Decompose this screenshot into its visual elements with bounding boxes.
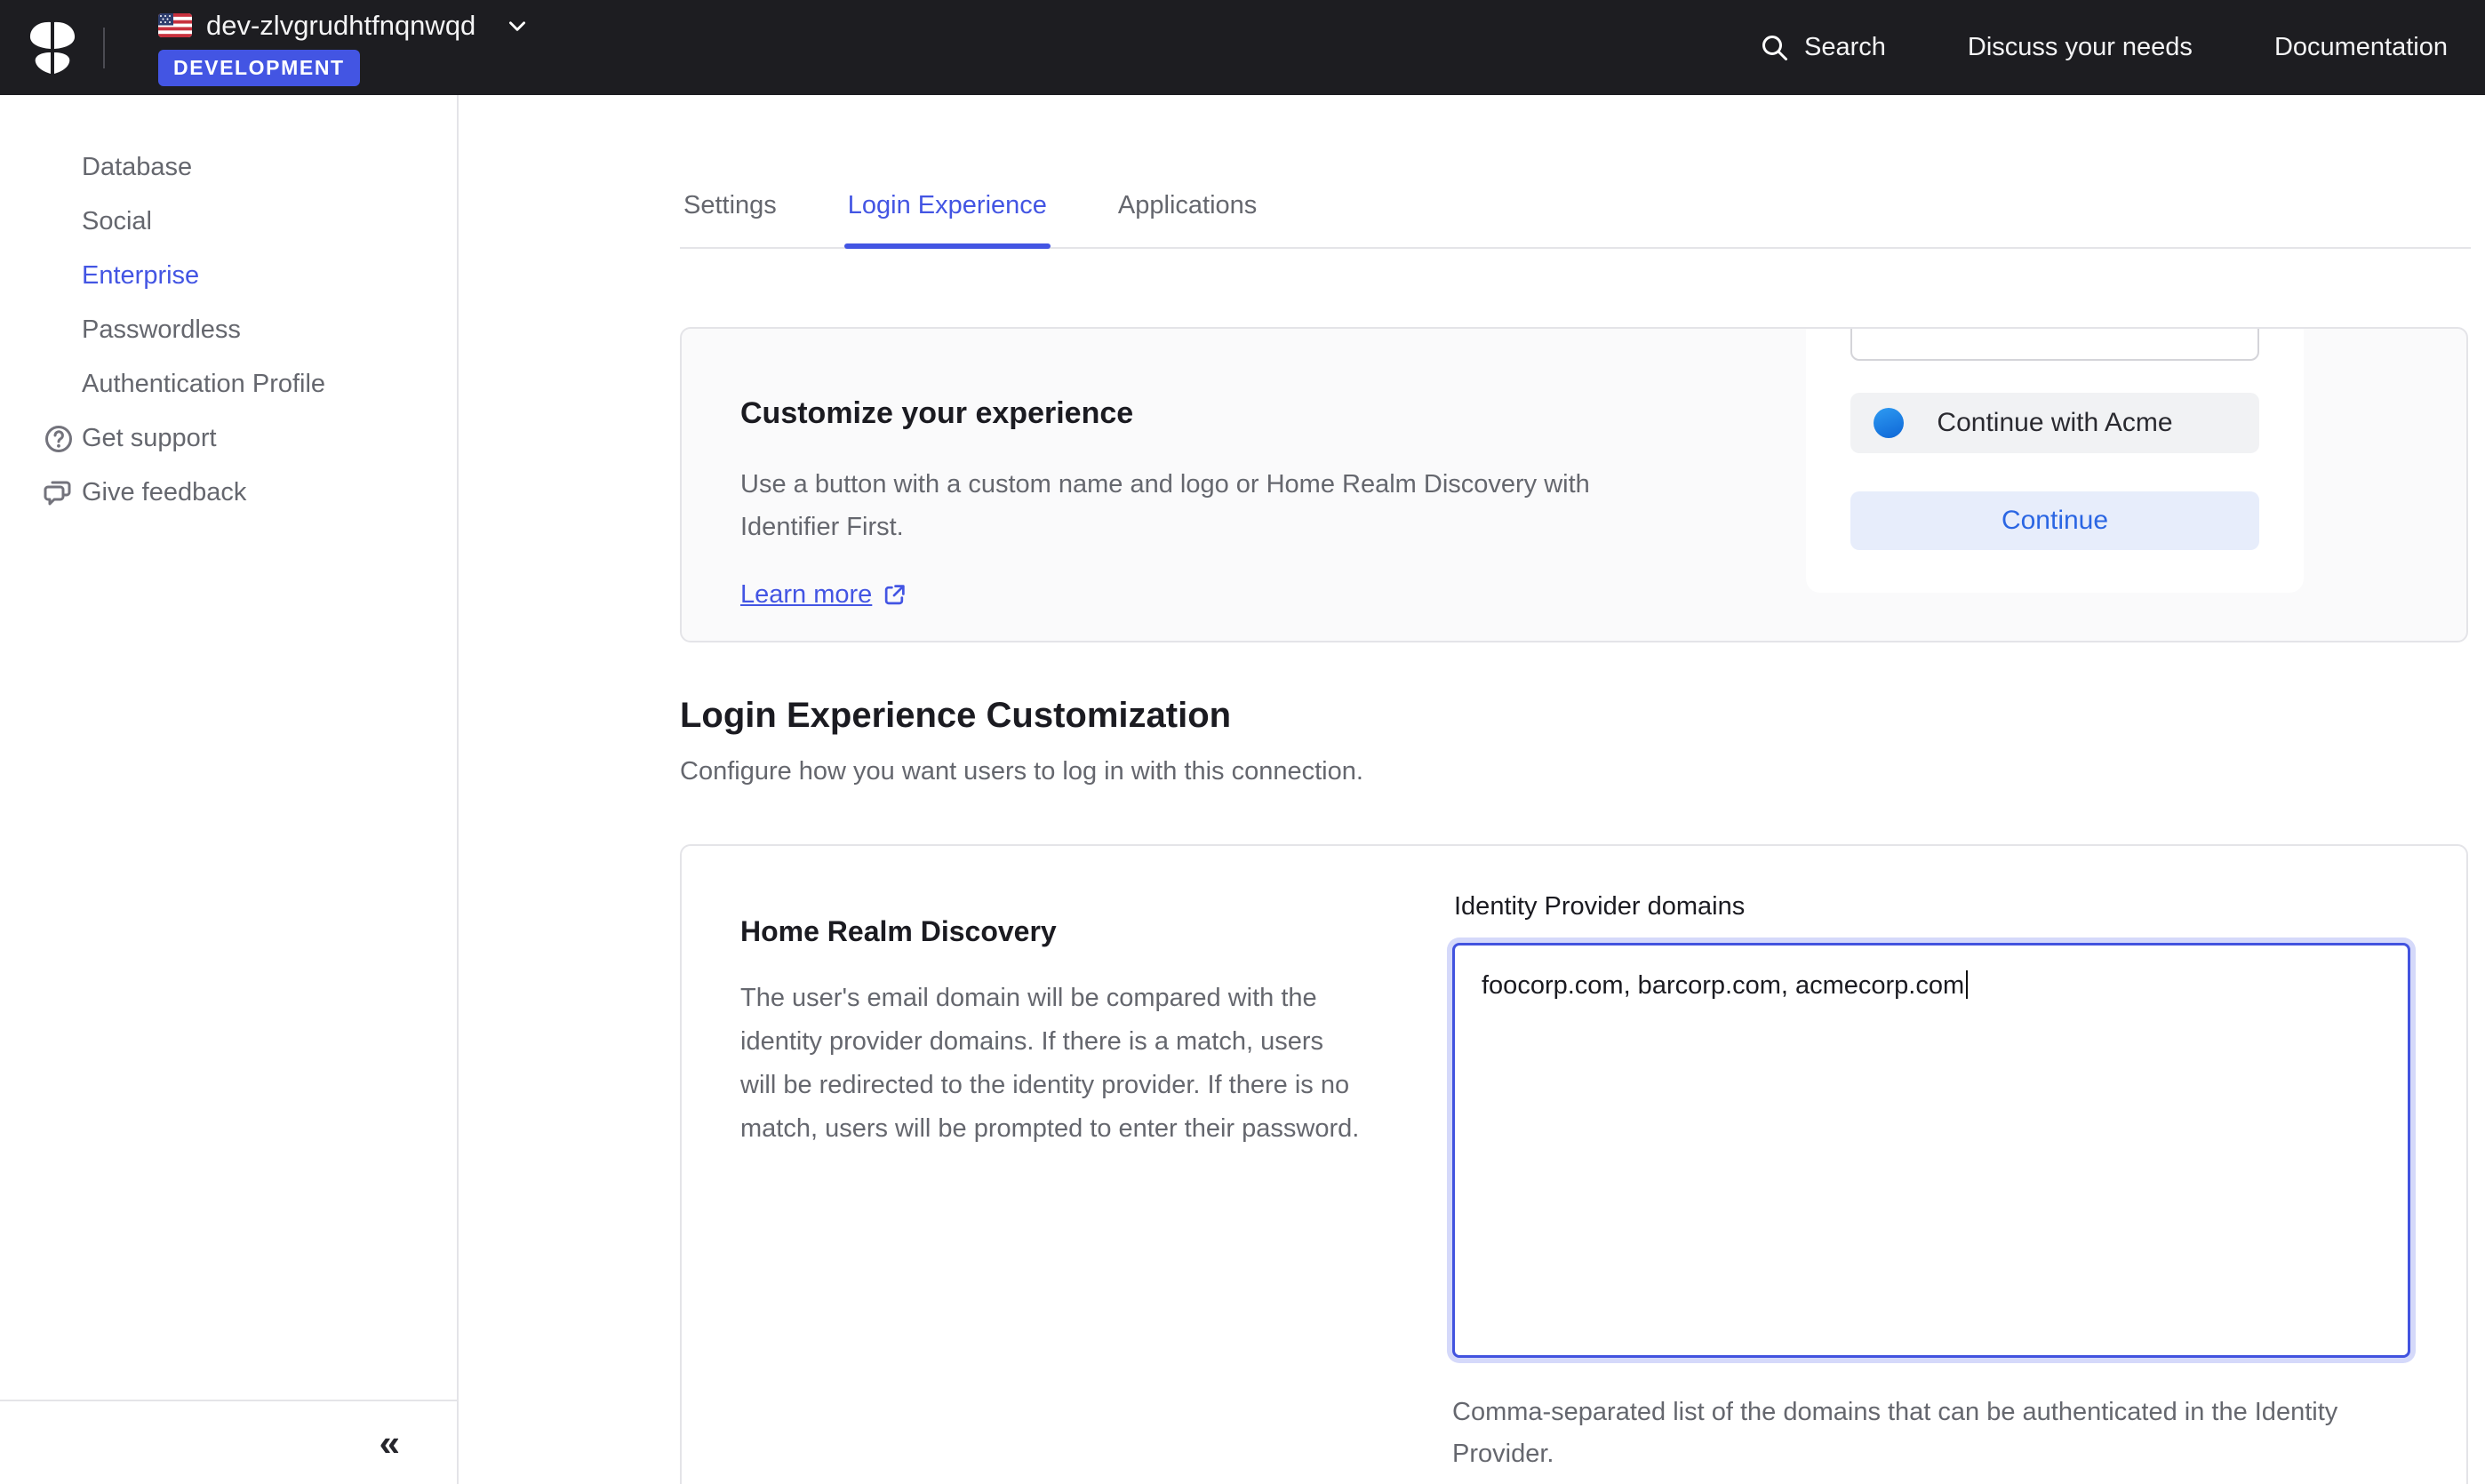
section-subtitle: Configure how you want users to log in w…: [680, 757, 1363, 786]
tenant-switcher[interactable]: dev-zlvgrudhtfnqnwqd DEVELOPMENT: [158, 10, 529, 86]
header-divider: [103, 28, 105, 68]
sidebar-item-label: Enterprise: [82, 261, 199, 291]
sidebar-item-label: Passwordless: [82, 315, 241, 345]
login-preview-panel: Continue with Acme Continue: [1806, 329, 2304, 593]
sidebar-item-label: Database: [82, 153, 192, 182]
login-customization-card: Home Realm Discovery The user's email do…: [680, 844, 2468, 1484]
collapse-sidebar-button[interactable]: «: [380, 1424, 400, 1462]
main-content: Settings Login Experience Applications Cus…: [459, 95, 2485, 1484]
sidebar: Getting StartedActivityApplicationsAuthe…: [0, 95, 459, 1484]
search-icon: [1759, 32, 1791, 64]
sidebar-nav: Getting StartedActivityApplicationsAuthe…: [0, 95, 457, 520]
preview-continue-button[interactable]: Continue: [1850, 491, 2259, 550]
sidebar-item-social[interactable]: Social: [0, 195, 457, 249]
tabs: Settings Login Experience Applications: [680, 177, 2471, 249]
hrd-title: Home Realm Discovery: [740, 915, 1362, 948]
sidebar-item-give-feedback[interactable]: Give feedback: [0, 466, 457, 520]
documentation-link[interactable]: Documentation: [2274, 33, 2448, 62]
chevron-down-icon[interactable]: [506, 14, 529, 37]
external-link-icon: [883, 583, 907, 607]
idp-domains-label: Identity Provider domains: [1454, 892, 2410, 922]
sidebar-item-database[interactable]: Database: [0, 140, 457, 195]
tab-login-experience[interactable]: Login Experience: [844, 177, 1051, 247]
acme-logo-icon: [1874, 408, 1904, 438]
preview-sso-button[interactable]: Continue with Acme: [1850, 393, 2259, 453]
us-flag-icon: [158, 13, 192, 37]
idp-domains-helper: Comma-separated list of the domains that…: [1452, 1392, 2408, 1475]
customize-body: Use a button with a custom name and logo…: [740, 463, 1691, 548]
sidebar-item-label: Social: [82, 207, 152, 236]
tenant-name: dev-zlvgrudhtfnqnwqd: [206, 10, 475, 42]
customize-title: Customize your experience: [740, 396, 1718, 431]
sidebar-item-authentication-profile[interactable]: Authentication Profile: [0, 357, 457, 411]
sidebar-item-label: Get support: [82, 424, 217, 453]
tab-settings[interactable]: Settings: [680, 177, 780, 247]
section-title: Login Experience Customization: [680, 696, 1363, 736]
sidebar-footer: «: [0, 1400, 457, 1484]
discuss-needs-link[interactable]: Discuss your needs: [1968, 33, 2193, 62]
customize-experience-card: Customize your experience Use a button w…: [680, 327, 2468, 642]
search-label: Search: [1804, 33, 1886, 62]
sidebar-item-enterprise[interactable]: Enterprise: [0, 249, 457, 303]
hrd-description: The user's email domain will be compared…: [740, 977, 1362, 1151]
top-header: dev-zlvgrudhtfnqnwqd DEVELOPMENT Search …: [0, 0, 2485, 95]
sidebar-item-label: Authentication Profile: [82, 370, 325, 399]
feedback-icon: [36, 470, 82, 516]
environment-badge: DEVELOPMENT: [158, 50, 360, 86]
idp-domains-textarea[interactable]: foocorp.com, barcorp.com, acmecorp.com: [1452, 943, 2410, 1358]
sidebar-item-passwordless[interactable]: Passwordless: [0, 303, 457, 357]
sidebar-item-label: Give feedback: [82, 478, 246, 507]
tab-applications[interactable]: Applications: [1115, 177, 1260, 247]
search-button[interactable]: Search: [1759, 32, 1886, 64]
preview-email-input[interactable]: [1850, 327, 2259, 361]
text-cursor: [1966, 970, 1968, 999]
auth0-logo[interactable]: [27, 20, 78, 76]
learn-more-link[interactable]: Learn more: [740, 580, 907, 610]
idp-domains-value: foocorp.com, barcorp.com, acmecorp.com: [1482, 971, 1964, 1000]
help-icon: [36, 416, 82, 462]
sidebar-item-get-support[interactable]: Get support: [0, 411, 457, 466]
